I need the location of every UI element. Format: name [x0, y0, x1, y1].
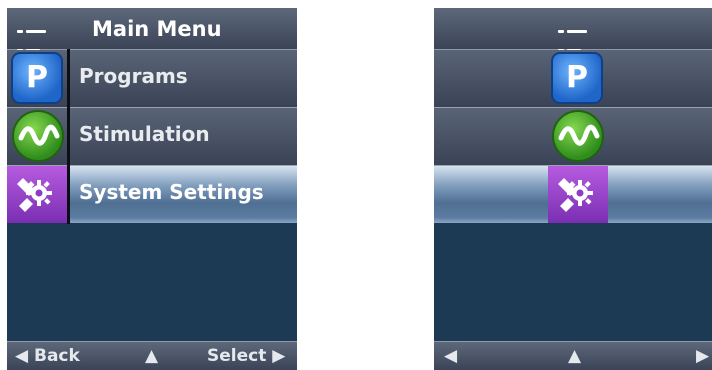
menu-item-stimulation[interactable] [434, 108, 712, 166]
page-title: Main Menu [92, 17, 222, 41]
menu-item-label: Stimulation [79, 122, 210, 146]
up-arrow-icon[interactable]: ▲ [145, 346, 158, 366]
icon-menu-screen: P ◀ ▲ ▶ [434, 8, 712, 370]
icon-divider [67, 49, 70, 224]
menu-item-system-settings[interactable]: System Settings [7, 166, 297, 223]
up-arrow-icon[interactable]: ▲ [568, 346, 581, 366]
programs-p-icon: P [551, 52, 603, 104]
select-button[interactable]: Select ▶ [207, 346, 285, 366]
title-bar [434, 8, 712, 71]
menu-item-label: System Settings [79, 180, 264, 204]
menu-item-label: Programs [79, 64, 188, 88]
right-arrow-icon[interactable]: ▶ [696, 346, 709, 366]
menu-item-system-settings[interactable] [434, 166, 712, 223]
menu-item-stimulation[interactable]: Stimulation [7, 108, 297, 166]
back-label: Back [34, 346, 80, 366]
stimulation-wave-icon [552, 110, 604, 162]
system-settings-gear-icon [7, 166, 67, 223]
stimulation-wave-icon [12, 110, 64, 162]
select-label: Select [207, 346, 267, 366]
system-settings-gear-icon [548, 166, 608, 223]
softkey-bar: ◀ Back ▲ Select ▶ [7, 341, 297, 370]
title-bar: Main Menu [7, 8, 297, 71]
left-arrow-icon[interactable]: ◀ [444, 346, 457, 366]
menu-item-programs[interactable]: P Programs [7, 50, 297, 108]
programs-p-icon: P [11, 52, 63, 104]
menu-item-programs[interactable]: P [434, 50, 712, 108]
back-button[interactable]: ◀ Back [15, 346, 80, 366]
right-arrow-icon: ▶ [272, 346, 286, 366]
softkey-bar: ◀ ▲ ▶ [434, 341, 712, 370]
left-arrow-icon: ◀ [15, 346, 29, 366]
main-menu-screen: Main Menu P Programs Stimulation System … [7, 8, 297, 370]
